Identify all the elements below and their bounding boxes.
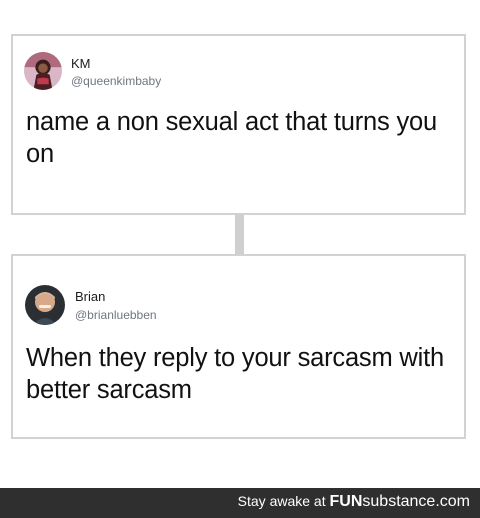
tweet-author-handle[interactable]: @brianluebben	[75, 308, 157, 322]
avatar[interactable]	[24, 52, 62, 90]
avatar[interactable]	[25, 285, 65, 325]
tweet-card-2: Brian @brianluebben When they reply to y…	[11, 254, 466, 439]
avatar-image	[24, 52, 62, 90]
footer-credit[interactable]: Stay awake at FUNsubstance.com	[238, 493, 470, 511]
tweet-author-name[interactable]: KM	[71, 56, 91, 71]
tweet-card-1: KM @queenkimbaby name a non sexual act t…	[11, 34, 466, 215]
footer-prefix: Stay awake at	[237, 493, 326, 509]
avatar-image	[25, 285, 65, 325]
footer-bar: Stay awake at FUNsubstance.com	[0, 488, 480, 518]
tweet-text: name a non sexual act that turns you on	[26, 108, 437, 168]
tweet-text: When they reply to your sarcasm with bet…	[26, 344, 444, 404]
footer-brand-bold: FUN	[329, 493, 363, 510]
footer-brand-rest: substance.com	[362, 493, 470, 510]
thread-connector	[235, 214, 244, 254]
tweet-author-name[interactable]: Brian	[75, 289, 105, 304]
tweet-author-handle[interactable]: @queenkimbaby	[71, 74, 161, 88]
